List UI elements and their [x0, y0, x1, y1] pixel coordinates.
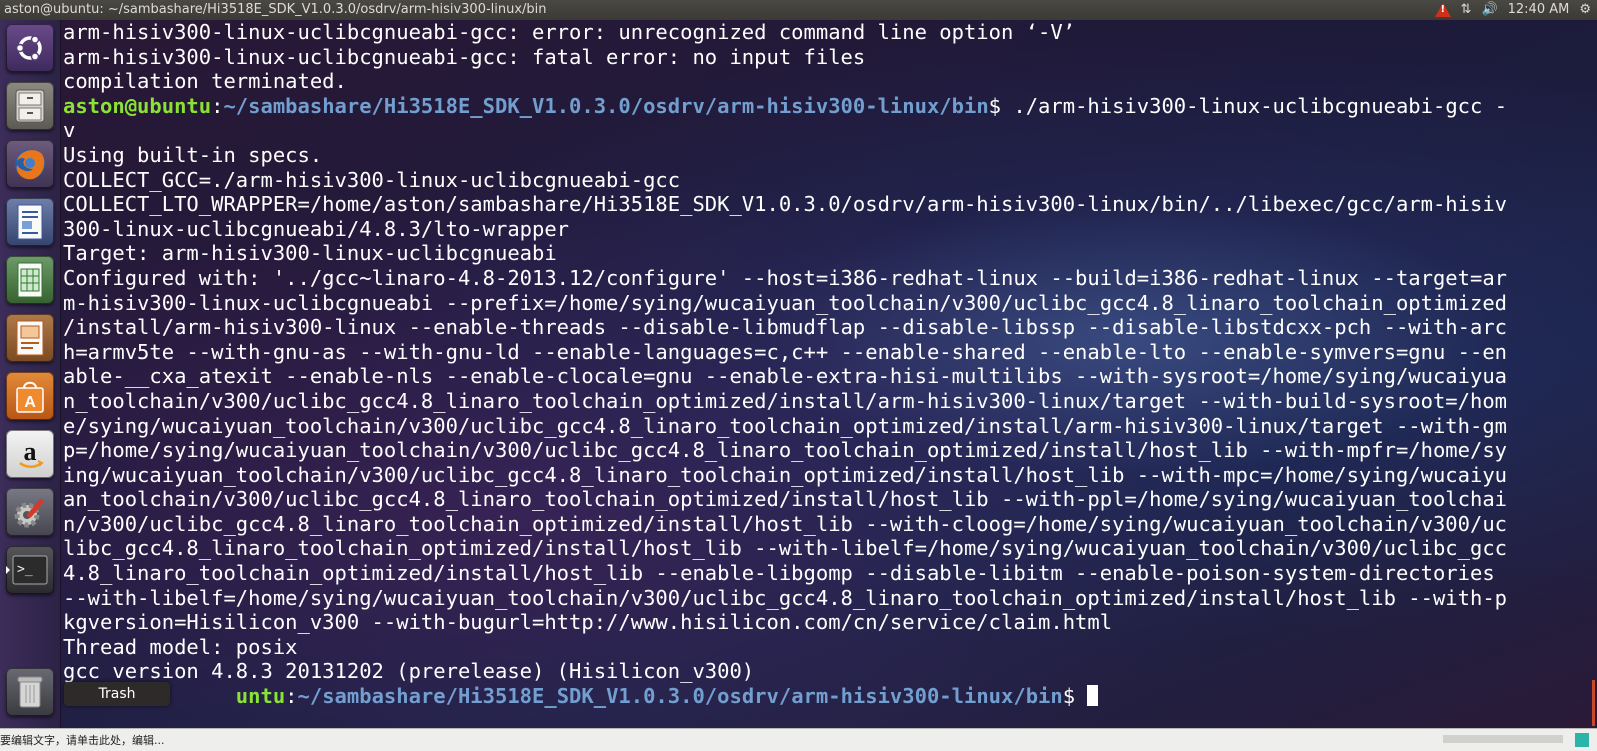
keyboard-icon[interactable]: ⇅	[1461, 0, 1472, 20]
terminal-output[interactable]: arm-hisiv300-linux-uclibcgnueabi-gcc: er…	[63, 20, 1507, 709]
top-panel: aston@ubuntu: ~/sambashare/Hi3518E_SDK_V…	[0, 0, 1597, 20]
presentation-icon	[6, 314, 54, 362]
trash-button[interactable]	[6, 668, 54, 716]
trash-tooltip: Trash	[64, 682, 170, 706]
spreadsheet-icon	[6, 256, 54, 304]
impress-button[interactable]	[6, 314, 54, 362]
volume-icon[interactable]: 🔊	[1481, 0, 1497, 20]
writer-button[interactable]	[6, 198, 54, 246]
terminal-button[interactable]: >_	[6, 546, 54, 594]
prompt-user: aston@ubuntu	[63, 93, 212, 118]
error-line-3: compilation terminated.	[63, 69, 347, 94]
file-cabinet-icon	[6, 82, 54, 130]
text-cursor	[1087, 685, 1099, 707]
status-progress	[1443, 735, 1563, 743]
svg-text:>_: >_	[17, 562, 33, 577]
files-button[interactable]	[6, 82, 54, 130]
status-bar: 要编辑文字，请单击此处，编辑...	[0, 728, 1597, 751]
error-line-1: arm-hisiv300-linux-uclibcgnueabi-gcc: er…	[63, 20, 1076, 44]
terminal-window[interactable]: arm-hisiv300-linux-uclibcgnueabi-gcc: er…	[61, 20, 1597, 728]
ubuntu-logo-icon	[6, 24, 54, 72]
clock[interactable]: 12:40 AM	[1508, 0, 1570, 20]
firefox-icon	[6, 140, 54, 188]
status-indicator	[1575, 733, 1589, 747]
calc-button[interactable]	[6, 256, 54, 304]
indicator-area: ⇅ 🔊 12:40 AM ⚙	[1434, 0, 1591, 20]
error-line-2: arm-hisiv300-linux-uclibcgnueabi-gcc: fa…	[63, 44, 866, 69]
prompt-end: $	[1062, 684, 1088, 709]
window-title: aston@ubuntu: ~/sambashare/Hi3518E_SDK_V…	[4, 2, 547, 17]
launcher: A a >_	[0, 20, 61, 740]
scrollbar[interactable]	[1592, 680, 1595, 726]
svg-text:A: A	[24, 394, 36, 411]
amazon-icon: a	[6, 430, 54, 478]
gcc-output: Using built-in specs. COLLECT_GCC=./arm-…	[63, 142, 1508, 684]
terminal-icon: >_	[6, 546, 54, 594]
document-icon	[6, 198, 54, 246]
shopping-bag-icon: A	[6, 372, 54, 420]
gear-icon[interactable]: ⚙	[1579, 0, 1591, 20]
software-center-button[interactable]: A	[6, 372, 54, 420]
prompt-path-2: ~/sambashare/Hi3518E_SDK_V1.0.3.0/osdrv/…	[297, 684, 1063, 709]
prompt-path: ~/sambashare/Hi3518E_SDK_V1.0.3.0/osdrv/…	[223, 93, 989, 118]
settings-gear-icon	[6, 488, 54, 536]
dash-button[interactable]	[6, 24, 54, 72]
trash-icon	[6, 668, 54, 716]
svg-text:a: a	[24, 437, 37, 466]
amazon-button[interactable]: a	[6, 430, 54, 478]
prompt-user-partial: untu	[235, 684, 286, 709]
warning-icon[interactable]	[1434, 3, 1451, 17]
settings-button[interactable]	[6, 488, 54, 536]
status-text: 要编辑文字，请单击此处，编辑...	[0, 734, 165, 747]
firefox-button[interactable]	[6, 140, 54, 188]
